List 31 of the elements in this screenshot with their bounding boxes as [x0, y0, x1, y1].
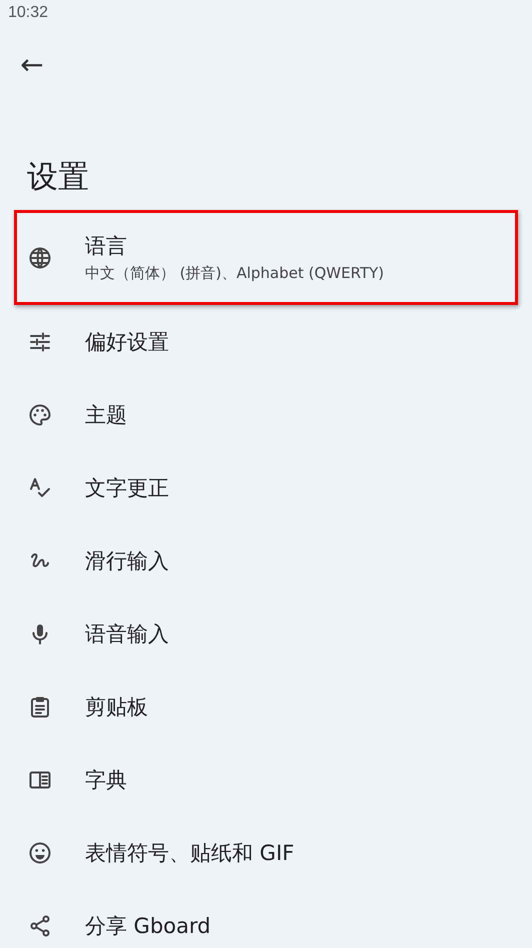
- item-title: 主题: [85, 402, 127, 428]
- highlighted-settings-item[interactable]: 语言 中文（简体） (拼音)、Alphabet (QWERTY): [14, 210, 518, 305]
- page-title: 设置: [27, 158, 90, 197]
- settings-item[interactable]: 表情符号、贴纸和 GIF: [0, 816, 532, 889]
- smiley-icon: [28, 840, 52, 864]
- share-icon: [28, 914, 52, 938]
- sliders-icon: [28, 330, 52, 354]
- spellcheck-icon: [28, 476, 52, 500]
- item-title: 字典: [85, 766, 127, 794]
- clipboard-icon: [28, 694, 52, 718]
- settings-item[interactable]: 分享 Gboard: [0, 889, 532, 948]
- item-title: 剪贴板: [85, 694, 148, 720]
- settings-item[interactable]: 主题: [0, 378, 532, 451]
- globe-icon: [28, 246, 52, 270]
- item-title: 语言: [85, 232, 128, 260]
- settings-item[interactable]: 文字更正: [0, 451, 532, 524]
- item-title: 偏好设置: [85, 328, 169, 356]
- item-title: 文字更正: [85, 474, 169, 502]
- settings-item[interactable]: 语音输入: [0, 597, 532, 670]
- settings-item[interactable]: 偏好设置: [0, 305, 532, 378]
- settings-item[interactable]: 剪贴板: [0, 670, 532, 743]
- item-title: 滑行输入: [85, 548, 169, 574]
- back-button[interactable]: ←: [8, 40, 56, 88]
- item-subtitle: 中文（简体） (拼音)、Alphabet (QWERTY): [85, 262, 384, 284]
- settings-item[interactable]: 字典: [0, 743, 532, 816]
- item-title: 分享 Gboard: [85, 912, 211, 940]
- item-title: 语音输入: [85, 620, 169, 648]
- item-title: 表情符号、贴纸和 GIF: [85, 840, 294, 866]
- status-time: 10:32: [7, 3, 50, 23]
- palette-icon: [28, 402, 52, 426]
- settings-item[interactable]: 滑行输入: [0, 524, 532, 597]
